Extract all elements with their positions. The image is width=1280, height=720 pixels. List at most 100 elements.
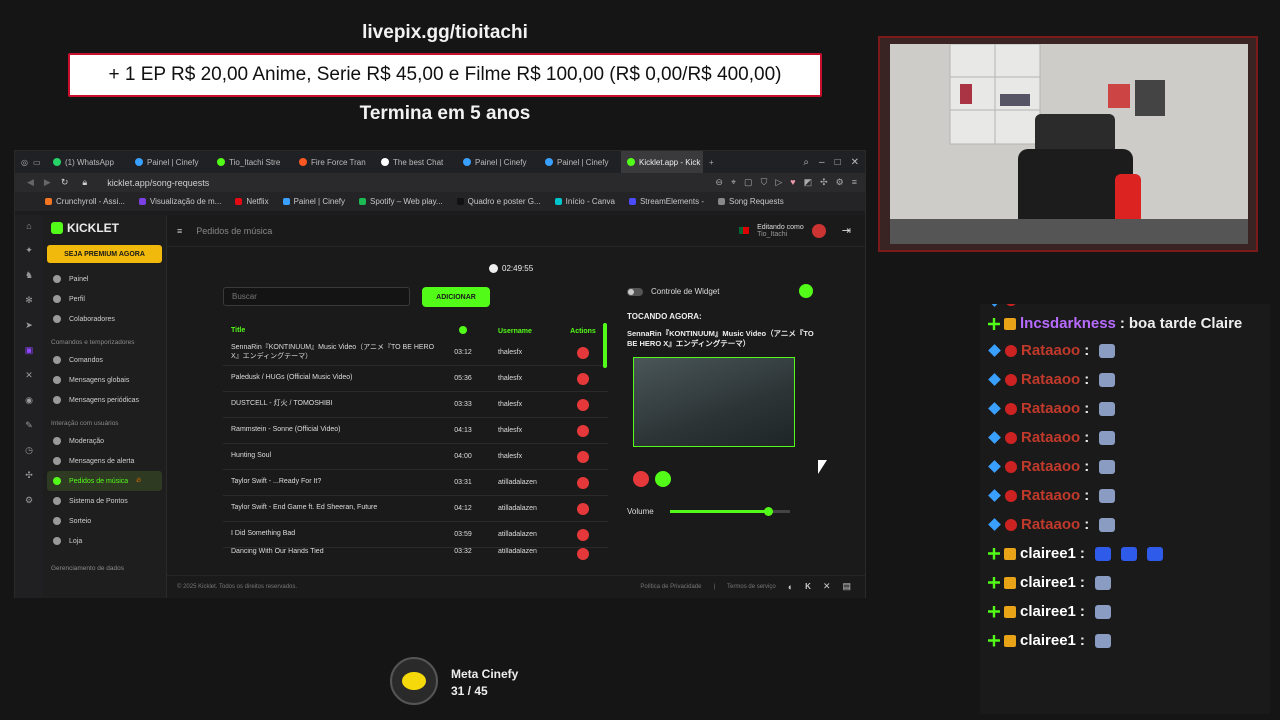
bookmark-item[interactable]: Quadro e poster G... xyxy=(456,197,541,206)
browser-menu-icon[interactable]: ◎ xyxy=(21,158,33,167)
chat-username[interactable]: clairee1 xyxy=(1020,568,1076,597)
chat-username[interactable]: Rataaoo xyxy=(1021,452,1080,481)
chat-username[interactable]: Rataaoo xyxy=(1021,304,1080,312)
twitch-icon[interactable]: ▣ xyxy=(25,345,34,356)
delete-icon[interactable] xyxy=(577,450,589,463)
puzzle-icon[interactable]: ✣ xyxy=(820,177,828,188)
browser-tab[interactable]: Fire Force Tran xyxy=(293,151,375,173)
add-button[interactable]: ADICIONAR xyxy=(422,287,490,307)
game-icon[interactable]: ♞ xyxy=(25,270,33,281)
x-icon[interactable]: ✕ xyxy=(823,581,831,592)
bookmark-item[interactable]: Song Requests xyxy=(718,197,784,206)
delete-icon[interactable] xyxy=(577,476,589,489)
chat-username[interactable]: Rataaoo xyxy=(1021,510,1080,539)
heart-icon[interactable]: ♥ xyxy=(790,177,795,188)
more-icon[interactable]: ≡ xyxy=(852,177,857,188)
reload-icon[interactable]: ↻ xyxy=(61,177,69,188)
bookmark-item[interactable]: Visualização de m... xyxy=(138,197,221,206)
messenger-icon[interactable]: ◉ xyxy=(25,395,33,406)
sidebar-item-colaboradores[interactable]: Colaboradores xyxy=(47,309,162,329)
star-icon[interactable]: ✦ xyxy=(25,245,33,256)
chat-username[interactable]: lncsdarkness xyxy=(1020,312,1116,336)
terms-link[interactable]: Termos de serviço xyxy=(727,584,776,590)
sidebar-item-mensagens-periodicas[interactable]: Mensagens periódicas xyxy=(47,390,162,410)
tab-list-icon[interactable]: ▭ xyxy=(33,158,47,167)
sidebar-item-comandos[interactable]: Comandos xyxy=(47,350,162,370)
privacy-link[interactable]: Política de Privacidade xyxy=(640,584,701,590)
sidebar-item-loja[interactable]: Loja xyxy=(47,531,162,551)
screenshot-icon[interactable]: ▢ xyxy=(744,177,753,188)
delete-icon[interactable] xyxy=(577,398,589,411)
avatar[interactable] xyxy=(811,223,826,238)
settings-icon[interactable]: ⚙ xyxy=(25,495,33,506)
forward-icon[interactable]: ▶ xyxy=(44,177,51,188)
browser-tab[interactable]: Painel | Cinefy xyxy=(539,151,621,173)
language-flag-icon[interactable] xyxy=(739,227,750,234)
delete-icon[interactable] xyxy=(577,424,589,437)
back-icon[interactable]: ◀ xyxy=(27,177,34,188)
settings-icon[interactable]: ⚙ xyxy=(836,177,844,188)
chat-username[interactable]: clairee1 xyxy=(1020,597,1076,626)
pin-icon[interactable]: ⌖ xyxy=(731,177,736,188)
skip-icon[interactable] xyxy=(655,470,671,487)
widget-toggle[interactable] xyxy=(627,287,643,296)
volume-slider[interactable] xyxy=(669,506,790,516)
play-icon[interactable]: ▷ xyxy=(775,177,782,188)
zoom-icon[interactable]: ⊖ xyxy=(715,177,723,188)
sidebar-item-painel[interactable]: Painel xyxy=(47,269,162,289)
chat-username[interactable]: Rataaoo xyxy=(1021,423,1080,452)
chat-username[interactable]: Rataaoo xyxy=(1021,394,1080,423)
menu-toggle-icon[interactable]: ≡ xyxy=(177,226,182,236)
clock-icon[interactable]: ◷ xyxy=(25,445,33,456)
chat-username[interactable]: Rataaoo xyxy=(1021,481,1080,510)
maximize-icon[interactable]: □ xyxy=(835,157,841,168)
sidebar-item-perfil[interactable]: Perfil xyxy=(47,289,162,309)
delete-icon[interactable] xyxy=(577,502,589,515)
puzzle-icon[interactable]: ✣ xyxy=(25,470,33,481)
sidebar-item-moderacao[interactable]: Moderação xyxy=(47,431,162,451)
minimize-icon[interactable]: – xyxy=(819,157,825,168)
bookmark-item[interactable]: Crunchyroll - Assi... xyxy=(45,197,125,206)
browser-tab[interactable]: (1) WhatsApp xyxy=(47,151,129,173)
delete-icon[interactable] xyxy=(577,528,589,541)
pen-icon[interactable]: ✎ xyxy=(25,420,33,431)
kicklet-logo[interactable]: KICKLET xyxy=(51,221,162,235)
extension-icon[interactable]: ◩ xyxy=(804,177,813,188)
home-icon[interactable]: ⌂ xyxy=(26,221,31,231)
bookmark-item[interactable]: Spotify – Web play... xyxy=(359,197,443,206)
bookmark-item[interactable]: Netflix xyxy=(235,197,269,206)
browser-tab[interactable]: Painel | Cinefy xyxy=(129,151,211,173)
stop-icon[interactable] xyxy=(633,470,649,487)
logout-icon[interactable]: ⇥ xyxy=(842,224,851,237)
gear-icon[interactable]: ✻ xyxy=(25,295,33,306)
kick-icon[interactable]: K xyxy=(805,582,811,591)
delete-icon[interactable] xyxy=(577,548,589,560)
sidebar-item-sorteio[interactable]: Sorteio xyxy=(47,511,162,531)
shield-icon[interactable]: ⛉ xyxy=(761,177,768,188)
bookmark-item[interactable]: StreamElements - xyxy=(628,197,704,206)
search-input[interactable] xyxy=(223,287,410,306)
url-field[interactable]: kicklet.app/song-requests xyxy=(107,178,209,188)
search-tabs-icon[interactable]: ⌕ xyxy=(803,157,809,168)
premium-button[interactable]: SEJA PREMIUM AGORA xyxy=(47,245,162,263)
volume-thumb[interactable] xyxy=(764,506,774,516)
sidebar-item-mensagens-globais[interactable]: Mensagens globais xyxy=(47,370,162,390)
chat-username[interactable]: clairee1 xyxy=(1020,626,1076,655)
chat-username[interactable]: Rataaoo xyxy=(1021,365,1080,394)
arrow-icon[interactable]: ➤ xyxy=(25,320,33,331)
sidebar-item-pedidos-musica[interactable]: Pedidos de música 🔥︎ xyxy=(47,471,162,491)
sidebar-item-mensagens-alerta[interactable]: Mensagens de alerta xyxy=(47,451,162,471)
chat-username[interactable]: clairee1 xyxy=(1020,539,1076,568)
close-icon[interactable]: ✕ xyxy=(851,157,859,168)
browser-tab-active[interactable]: Kicklet.app - Kick Ch xyxy=(621,151,703,173)
delete-icon[interactable] xyxy=(577,372,589,385)
video-player[interactable] xyxy=(633,356,795,447)
bookmark-item[interactable]: Painel | Cinefy xyxy=(282,197,345,206)
document-icon[interactable]: ▤ xyxy=(842,581,851,592)
table-scrollbar[interactable] xyxy=(603,323,607,368)
browser-tab[interactable]: Painel | Cinefy xyxy=(457,151,539,173)
browser-tab[interactable]: Tio_Itachi Stre xyxy=(211,151,293,173)
chat-username[interactable]: Rataaoo xyxy=(1021,336,1080,365)
sidebar-item-sistema-pontos[interactable]: Sistema de Pontos xyxy=(47,491,162,511)
power-icon[interactable] xyxy=(799,284,813,298)
